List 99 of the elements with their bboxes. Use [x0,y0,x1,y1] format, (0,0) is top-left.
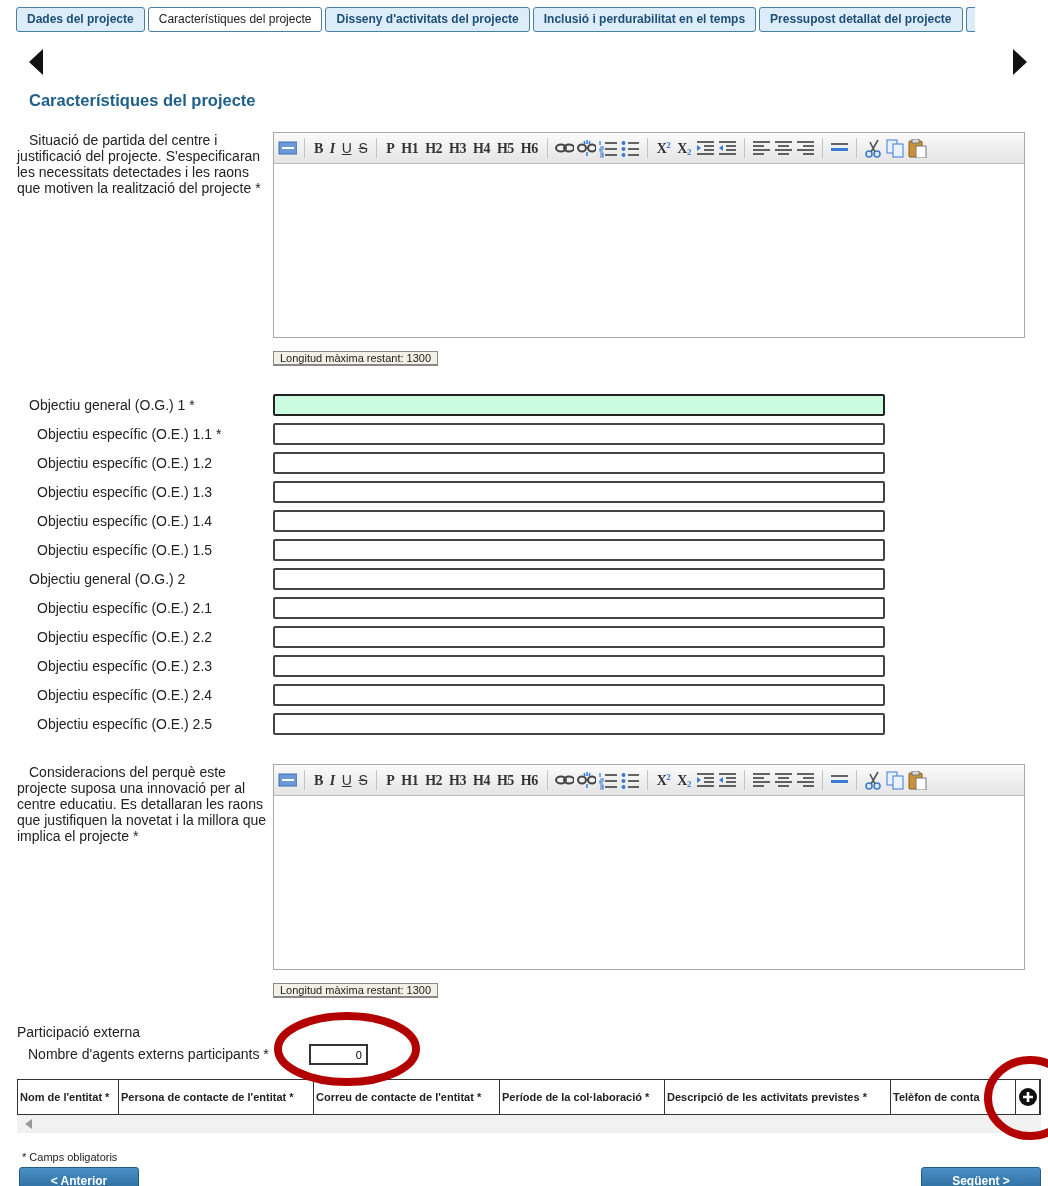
numbered-list-icon[interactable] [598,770,618,790]
toolbar-button[interactable]: B [312,769,325,791]
add-icon[interactable] [1018,1088,1037,1106]
broken-link-icon[interactable] [576,770,596,790]
align-right-icon[interactable] [795,770,815,790]
field-label: Objectiu específic (O.E.) 1.3 [36,482,214,502]
field-label: Objectiu general (O.G.) 1 * [28,395,196,415]
tab[interactable]: Dades del projecte [16,7,145,32]
section-title: Participació externa [17,1024,141,1041]
text-input[interactable] [273,481,885,503]
field-label: Objectiu general (O.G.) 2 [28,569,187,589]
rich-text-editor[interactable]: B I U S P H1 H2 H3 H4 H5 H6 X$^{2}$ X$_{2}$ [273,132,1025,338]
toolbar-button[interactable]: H3 [447,769,468,791]
text-input[interactable] [273,539,885,561]
toolbar-button[interactable]: H5 [494,137,516,159]
next-arrow-icon[interactable] [1012,48,1028,76]
clipboard-icon[interactable] [907,770,927,790]
text-input[interactable] [273,423,885,445]
text-input[interactable] [273,452,885,474]
toolbar-button[interactable]: X$_{2}$ [675,137,693,159]
toolbar-button[interactable]: X$^{2}$ [654,769,673,791]
toolbar-button[interactable]: P [384,769,397,791]
text-input[interactable] [273,394,885,416]
toolbar-button[interactable]: X$_{2}$ [675,769,693,791]
text-input[interactable] [273,713,885,735]
toolbar-button[interactable]: H6 [518,137,540,159]
character-counter: Longitud màxima restant: 1300 [273,351,439,366]
numbered-list-icon[interactable] [598,138,618,158]
toolbar-button[interactable]: H4 [471,769,492,791]
toolbar-button[interactable]: P [384,137,397,159]
text-input[interactable] [273,655,885,677]
tab[interactable]: Característiques del projecte [147,7,323,32]
toolbar-button[interactable]: H2 [423,137,445,159]
field-label: Objectiu específic (O.E.) 2.3 [36,656,214,676]
previous-arrow-icon[interactable] [28,48,44,76]
toolbar-button[interactable]: H4 [471,137,492,159]
field-label: Objectiu específic (O.E.) 2.2 [36,627,214,647]
indent-icon[interactable] [695,138,715,158]
field-label: Objectiu específic (O.E.) 2.1 [36,598,214,618]
toolbar-button[interactable]: S [356,769,370,791]
bullet-list-icon[interactable] [620,138,640,158]
section-heading: Característiques del projecte [29,90,257,110]
align-center-icon[interactable] [773,770,793,790]
toolbar-button[interactable]: I [327,769,337,791]
tab[interactable]: Inclusió i perdurabilitat en el temps [532,7,757,32]
column-header: Telèfon de conta [891,1080,1016,1114]
align-left-icon[interactable] [751,770,771,790]
text-input[interactable] [273,684,885,706]
column-header: Període de la col·laboració * [500,1080,665,1114]
tab[interactable]: Pressupost detallat del projecte [759,7,963,32]
toolbar-button[interactable]: H1 [399,769,421,791]
toolbar-button[interactable]: H6 [518,769,540,791]
align-right-icon[interactable] [795,138,815,158]
toolbar-button[interactable]: B [312,137,325,159]
text-input[interactable] [273,510,885,532]
html-source-icon[interactable] [278,770,297,790]
rich-text-editor[interactable]: B I U S P H1 H2 H3 H4 H5 H6 X$^{2}$ X$_{2}$ [273,764,1025,970]
column-header: Descripció de les activitats previstes * [665,1080,891,1114]
toolbar-button[interactable]: I [327,137,337,159]
field-label: Situació de partida del centre i justificació del projecte. S'especificaran les necessitats detectades i les raons que motiven la realització del projecte * [15,132,262,198]
text-input[interactable] [273,568,885,590]
field-label: Objectiu específic (O.E.) 2.5 [36,714,214,734]
previous-button[interactable]: < Anterior [19,1167,139,1186]
toolbar-button[interactable]: U [339,769,354,791]
bullet-list-icon[interactable] [620,770,640,790]
field-label: Nombre d'agents externs participants * [28,1045,269,1064]
tab[interactable] [965,7,975,32]
toolbar-button[interactable]: H1 [399,137,421,159]
number-input[interactable]: 0 [308,1044,368,1065]
required-note: * Camps obligatoris [22,1151,119,1164]
column-header: Nom de l'entitat * [18,1080,119,1114]
text-input[interactable] [273,597,885,619]
column-header: Persona de contacte de l'entitat * [119,1080,314,1114]
toolbar-button[interactable]: H2 [423,769,445,791]
text-input[interactable] [273,626,885,648]
tab[interactable]: Disseny d'activitats del projecte [325,7,530,32]
indent-icon[interactable] [695,770,715,790]
toolbar-button[interactable]: S [356,137,370,159]
html-source-icon[interactable] [278,138,297,158]
field-label: Consideracions del perquè este projecte suposa una innovació per al centre educatiu. Es detallaran les raons que justifiquen la novetat i la millora que implica el projecte * [16,764,268,846]
outdent-icon[interactable] [717,770,737,790]
align-left-icon[interactable] [751,138,771,158]
toolbar-button[interactable]: X$^{2}$ [654,137,673,159]
toolbar-button[interactable]: H5 [494,769,516,791]
column-header: Correu de contacte de l'entitat * [314,1080,500,1114]
broken-link-icon[interactable] [576,138,596,158]
field-label: Objectiu específic (O.E.) 2.4 [36,685,214,705]
character-counter: Longitud màxima restant: 1300 [273,983,439,998]
clipboard-icon[interactable] [907,138,927,158]
outdent-icon[interactable] [717,138,737,158]
toolbar-button[interactable]: H3 [447,137,468,159]
field-label: Objectiu específic (O.E.) 1.4 [36,511,214,531]
align-center-icon[interactable] [773,138,793,158]
scissors-icon[interactable] [863,138,883,158]
field-label: Objectiu específic (O.E.) 1.2 [36,453,214,473]
toolbar-button[interactable]: U [339,137,354,159]
field-label: Objectiu específic (O.E.) 1.5 [36,540,214,560]
field-label: Objectiu específic (O.E.) 1.1 * [36,424,223,444]
scissors-icon[interactable] [863,770,883,790]
